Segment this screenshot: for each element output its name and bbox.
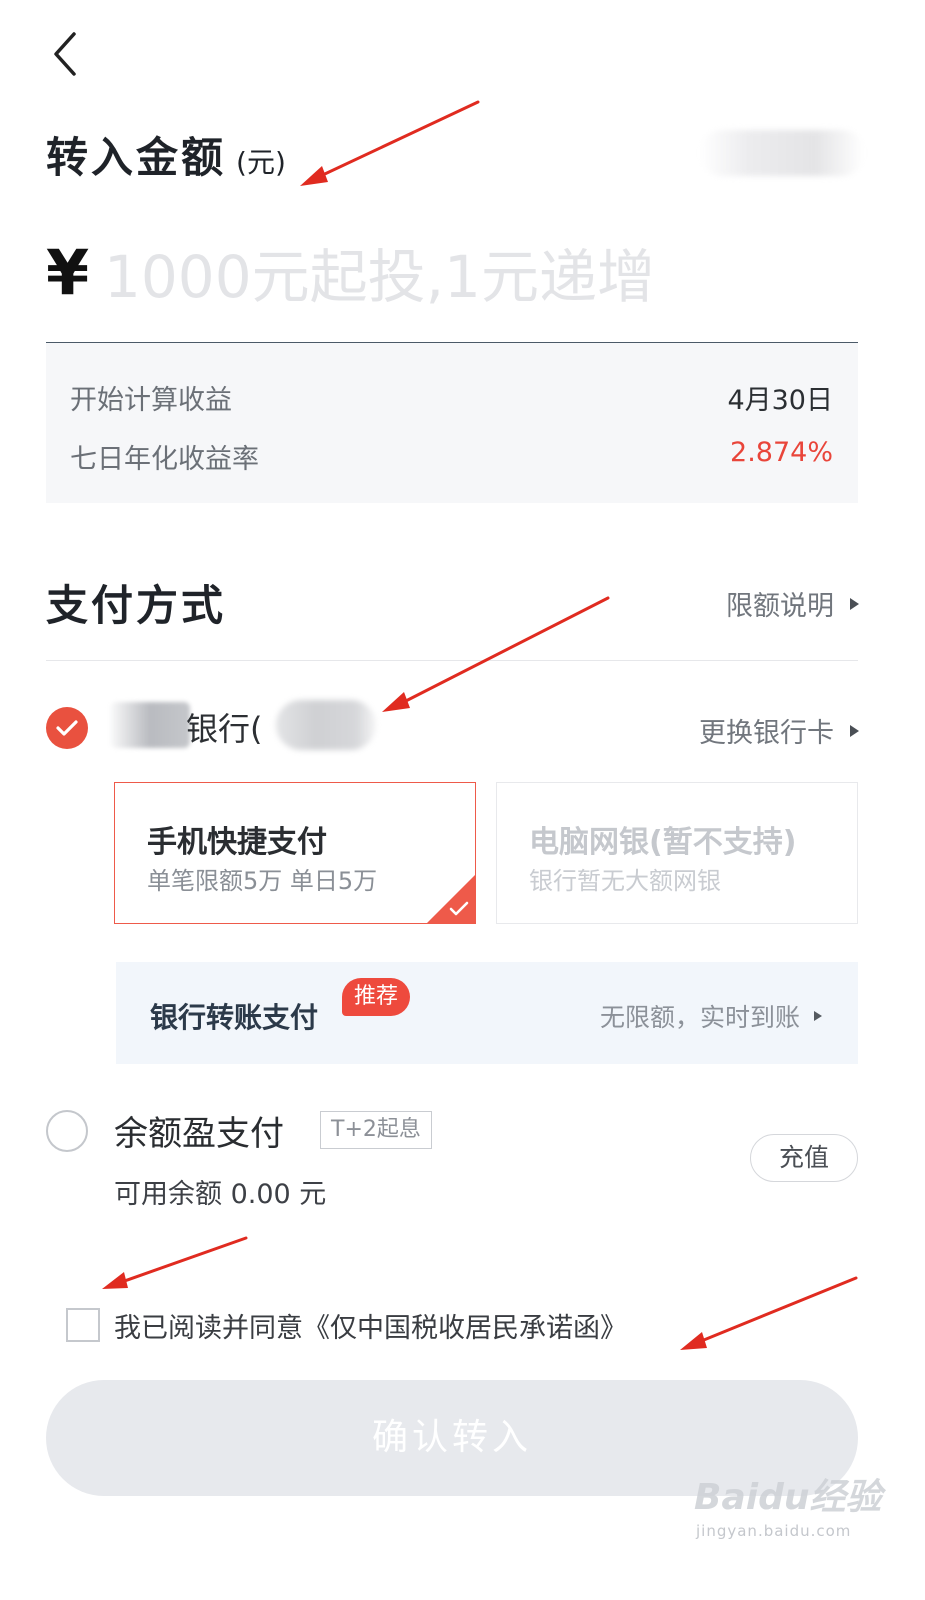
triangle-right-icon [850,597,859,610]
start-label: 开始计算收益 [70,385,232,416]
option-title: 电脑网银(暂不支持) [529,825,797,860]
amount-input[interactable] [104,232,854,322]
quick-pay-option[interactable]: 手机快捷支付 单笔限额5万 单日5万 [114,782,476,924]
available-balance: 可用余额 0.00 元 [114,1179,327,1210]
transfer-label: 银行转账支付 [150,1001,319,1034]
bank-radio-checked[interactable] [46,707,88,749]
baidu-watermark: Baidu经验 [694,1477,882,1518]
watermark-url: jingyan.baidu.com [696,1522,852,1540]
redacted-area [700,130,864,176]
redacted-card-number [276,700,376,750]
back-button[interactable] [44,26,92,82]
chevron-left-icon [54,32,76,76]
option-title: 手机快捷支付 [147,825,327,860]
redacted-bank-prefix [110,702,190,748]
agreement-text[interactable]: 我已阅读并同意《仅中国税收居民承诺函》 [114,1306,627,1345]
rate-label: 七日年化收益率 [70,444,259,475]
recharge-button[interactable]: 充值 [750,1134,858,1182]
change-card-link[interactable]: 更换银行卡 [699,711,859,750]
transfer-desc: 无限额，实时到账 [600,998,822,1034]
triangle-right-icon [814,1011,822,1021]
start-value: 4月30日 [727,385,833,416]
interest-tag: T+2起息 [320,1111,432,1149]
bank-transfer-option[interactable]: 银行转账支付 推荐 无限额，实时到账 [116,962,858,1064]
option-subtitle: 单笔限额5万 单日5万 [147,867,378,895]
yield-info-box [46,343,858,503]
amount-underline [46,342,858,343]
currency-symbol: ¥ [46,236,90,309]
triangle-right-icon [850,724,859,737]
check-icon [449,901,469,916]
balance-radio[interactable] [46,1110,88,1152]
limit-explanation-link[interactable]: 限额说明 [726,584,859,623]
online-banking-option: 电脑网银(暂不支持) 银行暂无大额网银 [496,782,858,924]
amount-unit: (元) [236,146,286,179]
recommend-badge: 推荐 [342,978,411,1016]
rate-value: 2.874% [730,437,833,468]
option-subtitle: 银行暂无大额网银 [529,867,721,895]
agreement-checkbox[interactable] [66,1308,100,1342]
amount-title: 转入金额 (元) [46,133,286,182]
payment-title: 支付方式 [46,581,227,630]
balance-title: 余额盈支付 [114,1114,284,1154]
check-icon [56,720,78,736]
bank-name: 银行( [186,710,263,748]
divider [46,660,858,661]
